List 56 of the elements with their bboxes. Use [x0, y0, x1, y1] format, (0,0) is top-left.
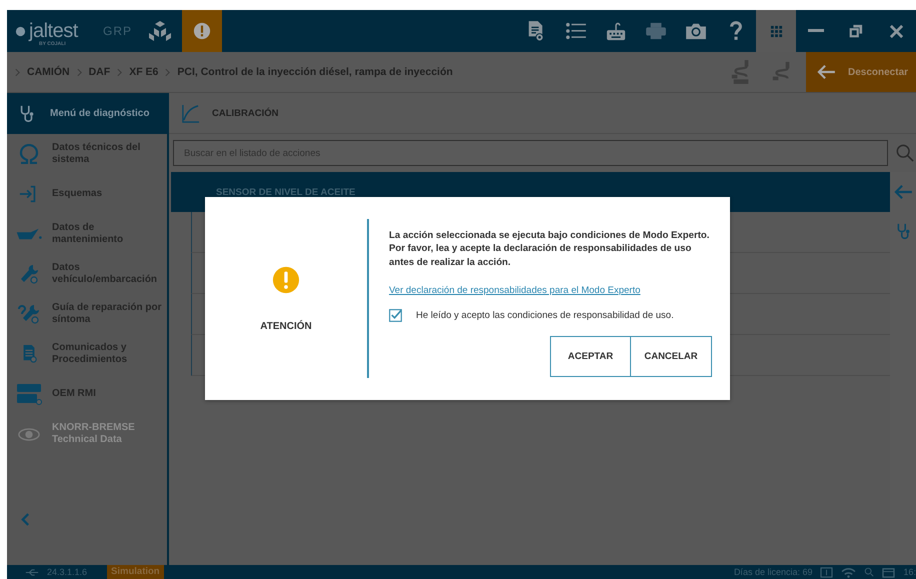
warning-button[interactable]: [182, 10, 222, 52]
disconnect-button[interactable]: Desconectar: [806, 52, 916, 92]
question-wrench-icon: [18, 304, 40, 324]
breadcrumb-item[interactable]: DAF: [88, 66, 110, 78]
simulation-badge: Simulation: [107, 565, 164, 579]
cancel-button[interactable]: CANCELAR: [631, 336, 712, 378]
calendar-icon: [882, 566, 896, 578]
camera-icon: [685, 22, 707, 40]
breadcrumb-item[interactable]: XF E6: [129, 66, 158, 78]
breadcrumb-item[interactable]: CAMIÓN: [27, 66, 70, 78]
dialog-message: La acción seleccionada se ejecuta bajo condiciones de Modo Experto. Por favor, lea y acepte la declaración de responsabilidades de uso antes de realizar la acción.: [389, 229, 710, 270]
logo-mark-icon: [15, 26, 26, 36]
restore-icon: [849, 24, 863, 38]
grid-icon: [770, 24, 782, 38]
printer-icon: [645, 22, 667, 40]
chevron-left-icon: [21, 513, 30, 526]
document-eye-icon: [527, 20, 545, 42]
arrow-left-icon: [816, 64, 836, 80]
checkbox[interactable]: [389, 309, 402, 322]
search-icon: [864, 567, 874, 577]
accept-button[interactable]: ACEPTAR: [550, 336, 631, 378]
keyboard-icon: [606, 21, 626, 41]
apps-button[interactable]: [756, 10, 796, 52]
chevron-right-icon: [76, 68, 82, 76]
chevron-right-icon: [15, 68, 20, 76]
chevron-right-icon: [117, 68, 122, 76]
list-icon: [565, 22, 587, 40]
breadcrumb-item[interactable]: PCI, Control de la inyección diésel, rampa de inyección: [177, 66, 453, 78]
license-days-label: Días de licencia: 69: [734, 567, 812, 577]
omega-icon: [18, 144, 40, 164]
disclaimer-link[interactable]: Ver declaración de responsabilidades para el Modo Experto: [389, 285, 712, 296]
arrow-left-icon: [893, 184, 913, 200]
dialog-title: ATENCIÓN: [260, 320, 312, 332]
stethoscope-icon: [894, 222, 912, 241]
cubes-icon[interactable]: [148, 20, 172, 42]
checkbox-label: He leído y acepto las condiciones de responsabilidad de uso.: [416, 310, 674, 322]
search-icon: [896, 144, 914, 162]
section-title: CALIBRACIÓN: [212, 108, 278, 118]
oil-can-icon: [15, 227, 43, 241]
sidebar-header[interactable]: Menú de diagnóstico: [7, 93, 167, 134]
close-icon: [888, 24, 904, 38]
chevron-right-icon: [165, 68, 170, 76]
calibration-curve-icon: [181, 104, 200, 122]
minimize-icon: [808, 29, 824, 33]
question-mark-icon: [729, 20, 743, 42]
exclamation-icon: [193, 22, 212, 40]
version-label: 24.3.1.1.6: [47, 567, 88, 577]
clock-label: 16:: [903, 567, 916, 577]
app-logo: jaltest: [29, 20, 78, 42]
stethoscope-icon: [18, 104, 36, 124]
usb-icon: [25, 568, 39, 576]
warning-icon: [272, 266, 300, 294]
wifi-icon: [841, 566, 856, 578]
wrench-icon: [19, 264, 39, 284]
sidebar-title: Menú de diagnóstico: [50, 108, 150, 119]
edition-label: GRP: [103, 24, 132, 38]
